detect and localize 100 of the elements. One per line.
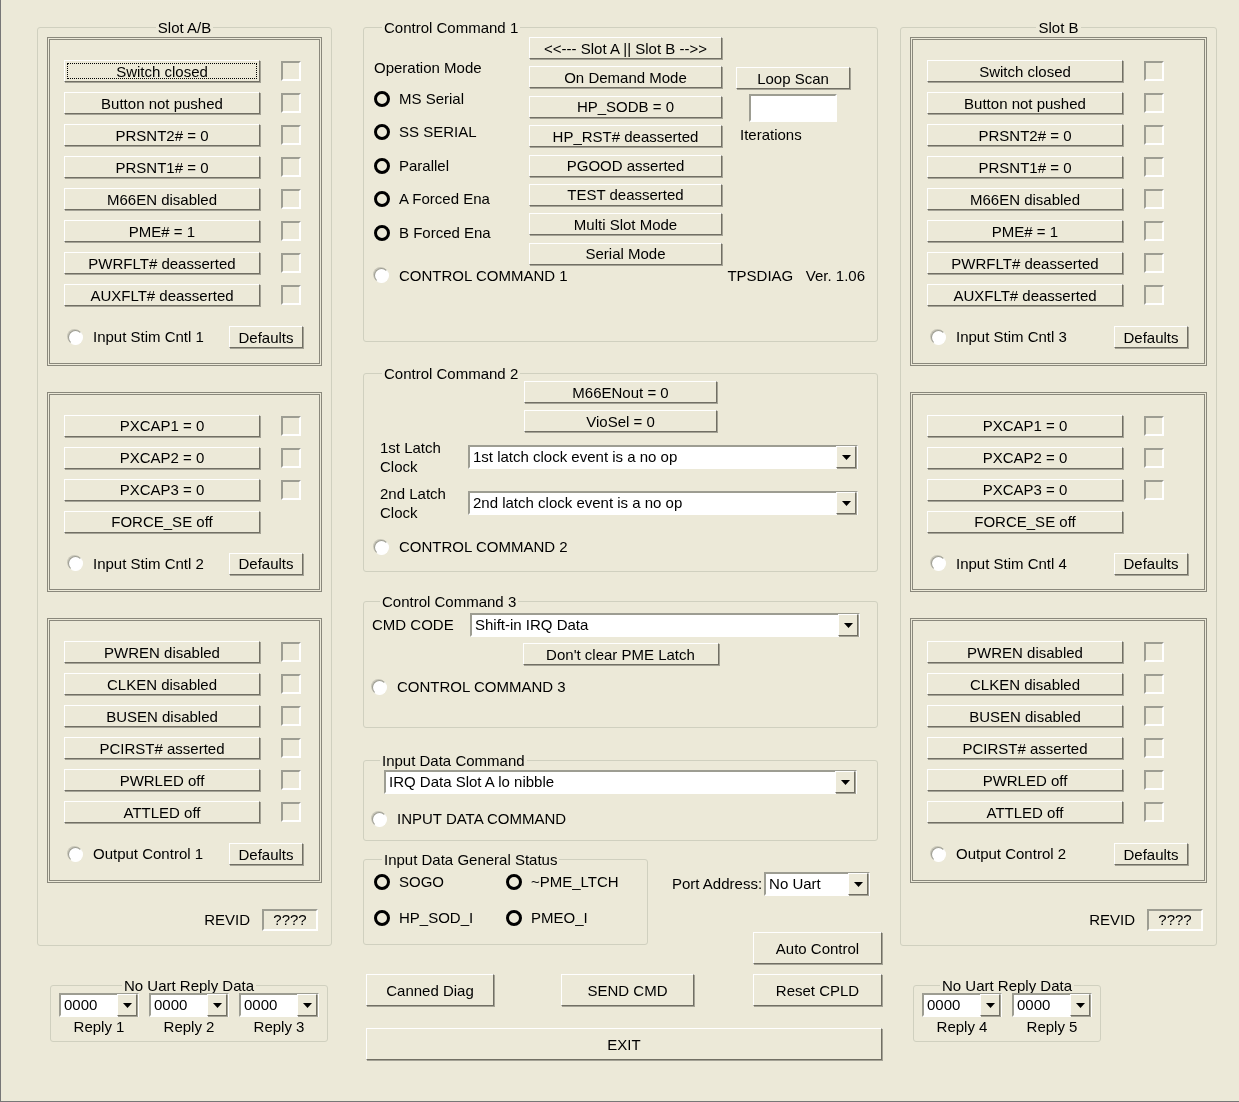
toggle-button[interactable]: PRSNT1# = 0	[927, 156, 1123, 178]
toggle-button[interactable]: PRSNT2# = 0	[64, 124, 260, 146]
toggle-button[interactable]: M66EN disabled	[927, 188, 1123, 210]
checkbox[interactable]	[281, 447, 301, 468]
checkbox[interactable]	[281, 125, 301, 145]
toggle-button[interactable]: PXCAP2 = 0	[927, 446, 1123, 469]
toggle-button[interactable]: PCIRST# asserted	[64, 737, 260, 759]
dropdown[interactable]: IRQ Data Slot A lo nibble	[384, 770, 857, 794]
radio-option[interactable]: Output Control 2	[931, 843, 1067, 866]
button[interactable]: HP_RST# deasserted	[529, 125, 722, 148]
checkbox[interactable]	[1144, 93, 1164, 113]
button[interactable]: SEND CMD	[561, 974, 694, 1006]
radio-option[interactable]: INPUT DATA COMMAND	[372, 808, 869, 831]
toggle-button[interactable]: Button not pushed	[927, 92, 1123, 114]
checkbox[interactable]	[281, 674, 301, 694]
defaults-button[interactable]: Defaults	[229, 552, 303, 575]
defaults-button[interactable]: Defaults	[229, 326, 303, 349]
defaults-button[interactable]: Defaults	[1114, 326, 1188, 349]
toggle-button[interactable]: PCIRST# asserted	[927, 737, 1123, 759]
button[interactable]: VioSel = 0	[524, 410, 717, 432]
button[interactable]: <<--- Slot A || Slot B -->>	[529, 37, 722, 59]
toggle-button[interactable]: FORCE_SE off	[927, 510, 1123, 533]
toggle-button[interactable]: PXCAP3 = 0	[64, 478, 260, 501]
checkbox[interactable]	[281, 285, 301, 305]
dropdown[interactable]: 1st latch clock event is a no op	[468, 445, 858, 469]
toggle-button[interactable]: PWRLED off	[64, 769, 260, 791]
checkbox[interactable]	[1144, 61, 1164, 81]
checkbox[interactable]	[281, 253, 301, 273]
toggle-button[interactable]: FORCE_SE off	[64, 510, 260, 533]
checkbox[interactable]	[281, 706, 301, 726]
defaults-button[interactable]: Defaults	[229, 843, 303, 866]
dropdown[interactable]: 0000	[59, 993, 139, 1017]
toggle-button[interactable]: Button not pushed	[64, 92, 260, 114]
toggle-button[interactable]: PWRFLT# deasserted	[64, 252, 260, 274]
checkbox[interactable]	[1144, 642, 1164, 662]
checkbox[interactable]	[281, 738, 301, 758]
radio-option[interactable]: Input Stim Cntl 3	[931, 326, 1067, 349]
button[interactable]: Multi Slot Mode	[529, 213, 722, 236]
toggle-button[interactable]: ATTLED off	[64, 801, 260, 823]
button[interactable]: M66ENout = 0	[524, 381, 717, 403]
button[interactable]: HP_SODB = 0	[529, 95, 722, 118]
radio-option[interactable]: Input Stim Cntl 1	[68, 326, 204, 349]
toggle-button[interactable]: PXCAP2 = 0	[64, 446, 260, 469]
button[interactable]: Canned Diag	[366, 974, 494, 1006]
toggle-button[interactable]: CLKEN disabled	[64, 673, 260, 695]
checkbox[interactable]	[281, 157, 301, 177]
toggle-button[interactable]: PWREN disabled	[64, 641, 260, 663]
radio-option[interactable]: Output Control 1	[68, 843, 204, 866]
button[interactable]: Don't clear PME Latch	[522, 643, 719, 665]
toggle-button[interactable]: AUXFLT# deasserted	[927, 284, 1123, 306]
checkbox[interactable]	[1144, 285, 1164, 305]
checkbox[interactable]	[281, 479, 301, 500]
checkbox[interactable]	[1144, 447, 1164, 468]
radio-option[interactable]: Input Stim Cntl 4	[931, 552, 1067, 575]
checkbox[interactable]	[281, 415, 301, 436]
button[interactable]: TEST deasserted	[529, 183, 722, 206]
dropdown[interactable]: Shift-in IRQ Data	[470, 613, 860, 637]
toggle-button[interactable]: Switch closed	[927, 60, 1123, 82]
radio-option[interactable]: CONTROL COMMAND 1	[374, 264, 568, 288]
dropdown[interactable]: 0000	[922, 993, 1002, 1017]
toggle-button[interactable]: M66EN disabled	[64, 188, 260, 210]
radio-option[interactable]: Input Stim Cntl 2	[68, 552, 204, 575]
checkbox[interactable]	[281, 189, 301, 209]
button[interactable]: Loop Scan	[736, 67, 850, 89]
toggle-button[interactable]: PWRFLT# deasserted	[927, 252, 1123, 274]
button[interactable]: EXIT	[366, 1028, 882, 1060]
checkbox[interactable]	[281, 802, 301, 822]
toggle-button[interactable]: PME# = 1	[927, 220, 1123, 242]
dropdown[interactable]: No Uart	[764, 872, 871, 896]
toggle-button[interactable]: Switch closed	[64, 60, 260, 82]
button[interactable]: Serial Mode	[529, 242, 722, 265]
toggle-button[interactable]: PXCAP3 = 0	[927, 478, 1123, 501]
toggle-button[interactable]: PRSNT2# = 0	[927, 124, 1123, 146]
toggle-button[interactable]: PRSNT1# = 0	[64, 156, 260, 178]
dropdown[interactable]: 0000	[1012, 993, 1092, 1017]
toggle-button[interactable]: PXCAP1 = 0	[64, 414, 260, 437]
dropdown[interactable]: 0000	[239, 993, 319, 1017]
dropdown[interactable]: 0000	[149, 993, 229, 1017]
checkbox[interactable]	[1144, 125, 1164, 145]
checkbox[interactable]	[281, 93, 301, 113]
checkbox[interactable]	[1144, 479, 1164, 500]
defaults-button[interactable]: Defaults	[1114, 843, 1188, 866]
checkbox[interactable]	[1144, 253, 1164, 273]
checkbox[interactable]	[1144, 189, 1164, 209]
toggle-button[interactable]: BUSEN disabled	[927, 705, 1123, 727]
toggle-button[interactable]: PXCAP1 = 0	[927, 414, 1123, 437]
checkbox[interactable]	[1144, 157, 1164, 177]
checkbox[interactable]	[1144, 706, 1164, 726]
defaults-button[interactable]: Defaults	[1114, 552, 1188, 575]
checkbox[interactable]	[1144, 770, 1164, 790]
iterations-field[interactable]	[749, 94, 837, 122]
toggle-button[interactable]: ATTLED off	[927, 801, 1123, 823]
button[interactable]: PGOOD asserted	[529, 154, 722, 177]
radio-option[interactable]: CONTROL COMMAND 2	[374, 536, 867, 559]
checkbox[interactable]	[1144, 674, 1164, 694]
toggle-button[interactable]: BUSEN disabled	[64, 705, 260, 727]
checkbox[interactable]	[281, 221, 301, 241]
toggle-button[interactable]: PWREN disabled	[927, 641, 1123, 663]
toggle-button[interactable]: CLKEN disabled	[927, 673, 1123, 695]
checkbox[interactable]	[1144, 802, 1164, 822]
